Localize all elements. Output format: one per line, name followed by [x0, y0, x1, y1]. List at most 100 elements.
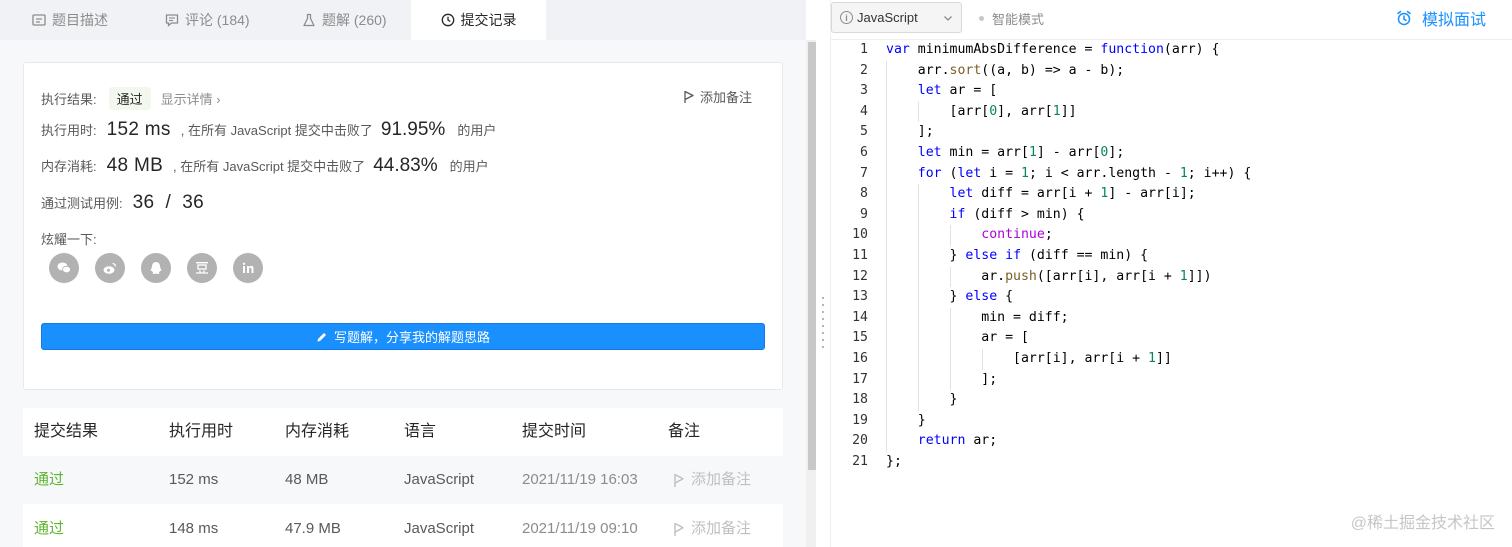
- result-label: 执行结果:: [41, 92, 97, 107]
- code-line[interactable]: 4 [arr[0], arr[1]]: [831, 101, 1512, 123]
- code-text: ];: [886, 371, 998, 387]
- indent-guide: [886, 81, 887, 102]
- code-line[interactable]: 3 let ar = [: [831, 81, 1512, 102]
- code-line[interactable]: 16 [arr[i], arr[i + 1]]: [831, 349, 1512, 370]
- runtime-suffix: 的用户: [457, 123, 497, 138]
- indent-guide: [918, 225, 919, 246]
- code-line[interactable]: 14 min = diff;: [831, 307, 1512, 329]
- indent-guide: [918, 307, 919, 329]
- indent-guide: [950, 328, 951, 349]
- weibo-icon[interactable]: [95, 253, 125, 283]
- write-solution-button[interactable]: 写题解，分享我的解题思路: [41, 323, 765, 350]
- result-status-row: 执行结果: 通过 显示详情 ›: [41, 87, 221, 110]
- indent-guide: [886, 431, 887, 452]
- tests-row: 通过测试用例: 36 / 36: [41, 192, 214, 214]
- clock-icon: [441, 13, 454, 27]
- code-line[interactable]: 6 let min = arr[1] - arr[0];: [831, 143, 1512, 164]
- flask-icon: [303, 13, 315, 27]
- col-result: 提交结果: [34, 423, 99, 440]
- code-text: let diff = arr[i + 1] - arr[i];: [949, 186, 1196, 202]
- code-line[interactable]: 10 continue;: [831, 225, 1512, 246]
- resize-handle[interactable]: [822, 297, 824, 349]
- code-text: let min = arr[1] - arr[0];: [917, 145, 1125, 160]
- smart-mode-toggle[interactable]: 智能模式: [979, 0, 1044, 36]
- indent-guide: [886, 101, 887, 123]
- indent-guide: [886, 349, 887, 370]
- code-text: }: [886, 392, 958, 408]
- code-line[interactable]: 17 ];: [831, 369, 1512, 391]
- qq-icon[interactable]: [141, 253, 171, 283]
- memory-row: 内存消耗: 48 MB , 在所有 JavaScript 提交中击败了 44.8…: [41, 155, 489, 177]
- row-memory: 48 MB: [285, 471, 329, 488]
- code-text: if (diff > min) {: [949, 206, 1085, 222]
- col-language: 语言: [404, 423, 437, 440]
- code-line[interactable]: 9 if (diff > min) {: [831, 204, 1512, 226]
- code-text: [arr[0], arr[1]]: [886, 103, 1077, 119]
- indent-guide: [886, 184, 887, 205]
- add-note-button[interactable]: 添加备注: [683, 87, 752, 106]
- write-solution-label: 写题解，分享我的解题思路: [333, 330, 490, 345]
- indent-guide: [886, 246, 887, 267]
- code-line[interactable]: 7 for (let i = 1; i < arr.length - 1; i+…: [831, 163, 1512, 185]
- line-number: 20: [852, 433, 868, 449]
- flag-icon: [674, 473, 684, 487]
- tab-description[interactable]: 题目描述: [32, 0, 108, 40]
- language-value: JavaScript: [857, 10, 918, 25]
- language-select[interactable]: i JavaScript: [831, 2, 962, 33]
- row-add-note-button[interactable]: 添加备注: [673, 505, 751, 547]
- line-number: 16: [852, 351, 868, 366]
- runtime-label: 执行用时:: [41, 123, 97, 138]
- info-icon: i: [840, 11, 853, 24]
- indent-guide: [918, 204, 919, 226]
- code-line[interactable]: 15 ar = [: [831, 328, 1512, 349]
- code-line[interactable]: 20 return ar;: [831, 431, 1512, 452]
- left-scrollbar-thumb[interactable]: [808, 42, 816, 470]
- memory-suffix: 的用户: [449, 159, 489, 174]
- line-number: 10: [852, 227, 868, 243]
- code-editor[interactable]: 1 var minimumAbsDifference = function(arr…: [831, 40, 1512, 547]
- table-row[interactable]: 通过 152 ms 48 MB JavaScript 2021/11/19 16…: [23, 456, 783, 504]
- linkedin-icon[interactable]: [233, 253, 263, 283]
- indent-guide: [886, 328, 887, 349]
- code-line[interactable]: 2 arr.sort((a, b) => a - b);: [831, 60, 1512, 82]
- row-result[interactable]: 通过: [34, 505, 64, 547]
- wechat-icon[interactable]: [49, 253, 79, 283]
- code-text: let ar = [: [917, 83, 998, 99]
- tab-solutions[interactable]: 题解 (260): [302, 0, 387, 40]
- row-add-note-button[interactable]: 添加备注: [673, 456, 751, 504]
- code-text: } else {: [886, 289, 1014, 305]
- code-text: ];: [886, 124, 934, 140]
- code-line[interactable]: 18 }: [831, 390, 1512, 411]
- editor-toolbar: i JavaScript 智能模式 模拟面试: [831, 0, 1512, 40]
- code-line[interactable]: 1 var minimumAbsDifference = function(arr…: [831, 40, 1512, 61]
- row-language: JavaScript: [404, 520, 475, 537]
- runtime-value: 152 ms: [106, 119, 171, 140]
- mock-interview-button[interactable]: 模拟面试: [1396, 0, 1486, 36]
- row-result[interactable]: 通过: [34, 456, 64, 504]
- table-row[interactable]: 通过 148 ms 47.9 MB JavaScript 2021/11/19 …: [23, 505, 783, 547]
- code-line[interactable]: 11 } else if (diff == min) {: [831, 246, 1512, 267]
- line-number: 12: [852, 268, 868, 284]
- code-text: } else if (diff == min) {: [886, 248, 1149, 263]
- code-line[interactable]: 5 ];: [831, 122, 1512, 143]
- code-line[interactable]: 12 ar.push([arr[i], arr[i + 1]]): [831, 266, 1512, 288]
- code-line[interactable]: 13 } else {: [831, 287, 1512, 308]
- code-line[interactable]: 19 }: [831, 410, 1512, 432]
- memory-value: 48 MB: [106, 155, 164, 176]
- share-row-label: 炫耀一下:: [41, 229, 97, 248]
- add-note-label: 添加备注: [699, 90, 752, 105]
- line-number: 15: [852, 330, 868, 346]
- pane-divider: [816, 0, 830, 547]
- indent-guide: [918, 246, 919, 267]
- tab-submissions[interactable]: 提交记录: [411, 0, 546, 40]
- code-text: ar = [: [886, 330, 1029, 346]
- tab-submissions-label: 提交记录: [460, 12, 517, 28]
- indent-guide: [918, 369, 919, 391]
- code-line[interactable]: 21};: [831, 452, 1512, 473]
- indent-guide: [918, 328, 919, 349]
- douban-icon[interactable]: [187, 253, 217, 283]
- tab-comments[interactable]: 评论 (184): [165, 0, 250, 40]
- tab-comments-label: 评论 (184): [185, 12, 250, 28]
- code-line[interactable]: 8 let diff = arr[i + 1] - arr[i];: [831, 184, 1512, 205]
- show-details-link[interactable]: 显示详情 ›: [161, 89, 221, 108]
